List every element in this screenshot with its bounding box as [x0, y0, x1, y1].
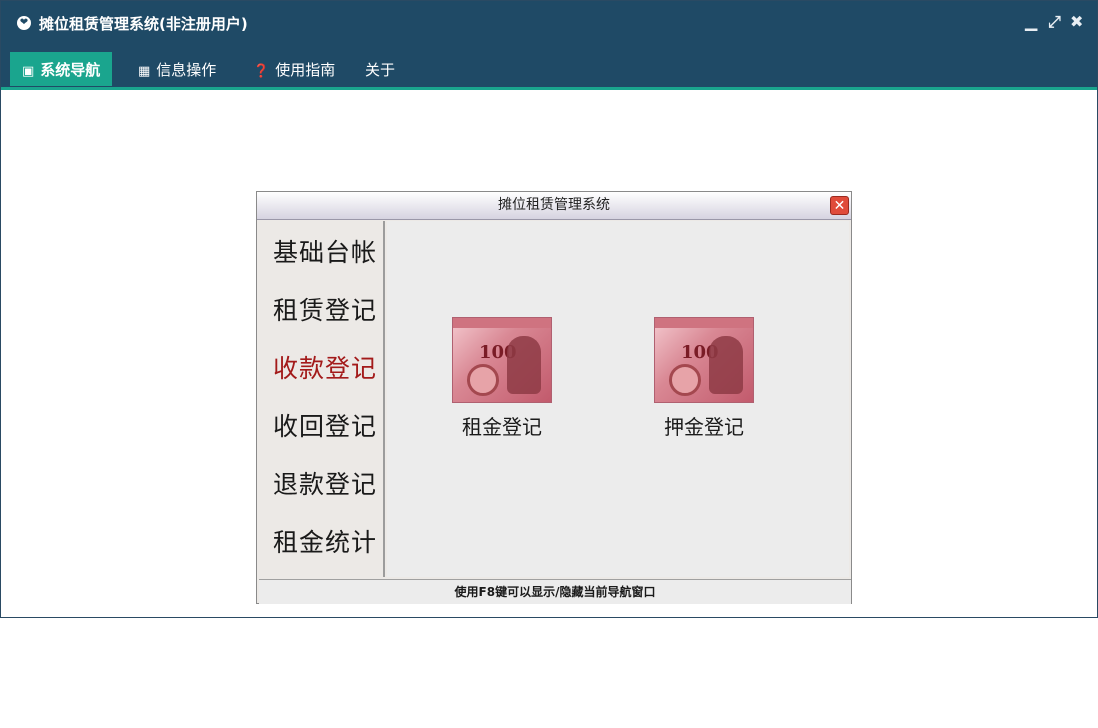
nav-item-basic-ledger[interactable]: 基础台帐	[273, 233, 377, 269]
minimize-button[interactable]: ▁	[1025, 12, 1037, 31]
menu-label: 信息操作	[156, 61, 217, 79]
menu-system-nav[interactable]: ▣ 系统导航	[10, 52, 113, 86]
banknote-icon: 100	[654, 317, 754, 403]
monitor-icon: ▣	[22, 64, 35, 79]
dialog-close-button[interactable]: ✕	[830, 196, 849, 215]
deposit-register-tile[interactable]: 100 押金登记	[644, 317, 764, 440]
nav-item-rent-statistics[interactable]: 租金统计	[273, 523, 377, 559]
menu-label: 使用指南	[275, 61, 336, 79]
tile-label: 租金登记	[462, 415, 542, 439]
logo-icon: ❤	[17, 16, 31, 30]
grid-icon: ▦	[138, 64, 151, 79]
help-icon: ❓	[253, 64, 270, 79]
tile-label: 押金登记	[664, 415, 744, 439]
menu-bar: ▣ 系统导航 ▦ 信息操作 ❓ 使用指南 关于	[1, 47, 1097, 90]
nav-item-recovery-register[interactable]: 收回登记	[273, 407, 377, 443]
nav-item-refund-register[interactable]: 退款登记	[273, 465, 377, 501]
nav-panel: 基础台帐 租赁登记 收款登记 收回登记 退款登记 租金统计	[259, 221, 385, 577]
title-bar: ❤ 摊位租赁管理系统(非注册用户) ▁ ⤢ ✖	[1, 1, 1097, 47]
menu-user-guide[interactable]: ❓ 使用指南	[241, 52, 347, 86]
menu-label: 关于	[365, 61, 396, 79]
restore-button[interactable]: ⤢	[1048, 12, 1061, 32]
close-button[interactable]: ✖	[1070, 12, 1083, 31]
menu-info-ops[interactable]: ▦ 信息操作	[126, 52, 228, 86]
main-panel: 100 租金登记 100 押金登记	[387, 221, 849, 577]
menu-label: 系统导航	[40, 61, 101, 79]
rent-register-tile[interactable]: 100 租金登记	[442, 317, 562, 440]
nav-item-lease-register[interactable]: 租赁登记	[273, 291, 377, 327]
banknote-icon: 100	[452, 317, 552, 403]
window-title: 摊位租赁管理系统(非注册用户)	[39, 15, 248, 33]
nav-item-payment-register[interactable]: 收款登记	[273, 349, 377, 385]
status-bar: 使用F8键可以显示/隐藏当前导航窗口	[259, 579, 851, 604]
menu-about[interactable]: 关于	[353, 52, 407, 86]
nav-dialog: 摊位租赁管理系统 ✕ 基础台帐 租赁登记 收款登记 收回登记 退款登记 租金统计…	[256, 191, 852, 604]
dialog-title: 摊位租赁管理系统	[257, 192, 851, 220]
